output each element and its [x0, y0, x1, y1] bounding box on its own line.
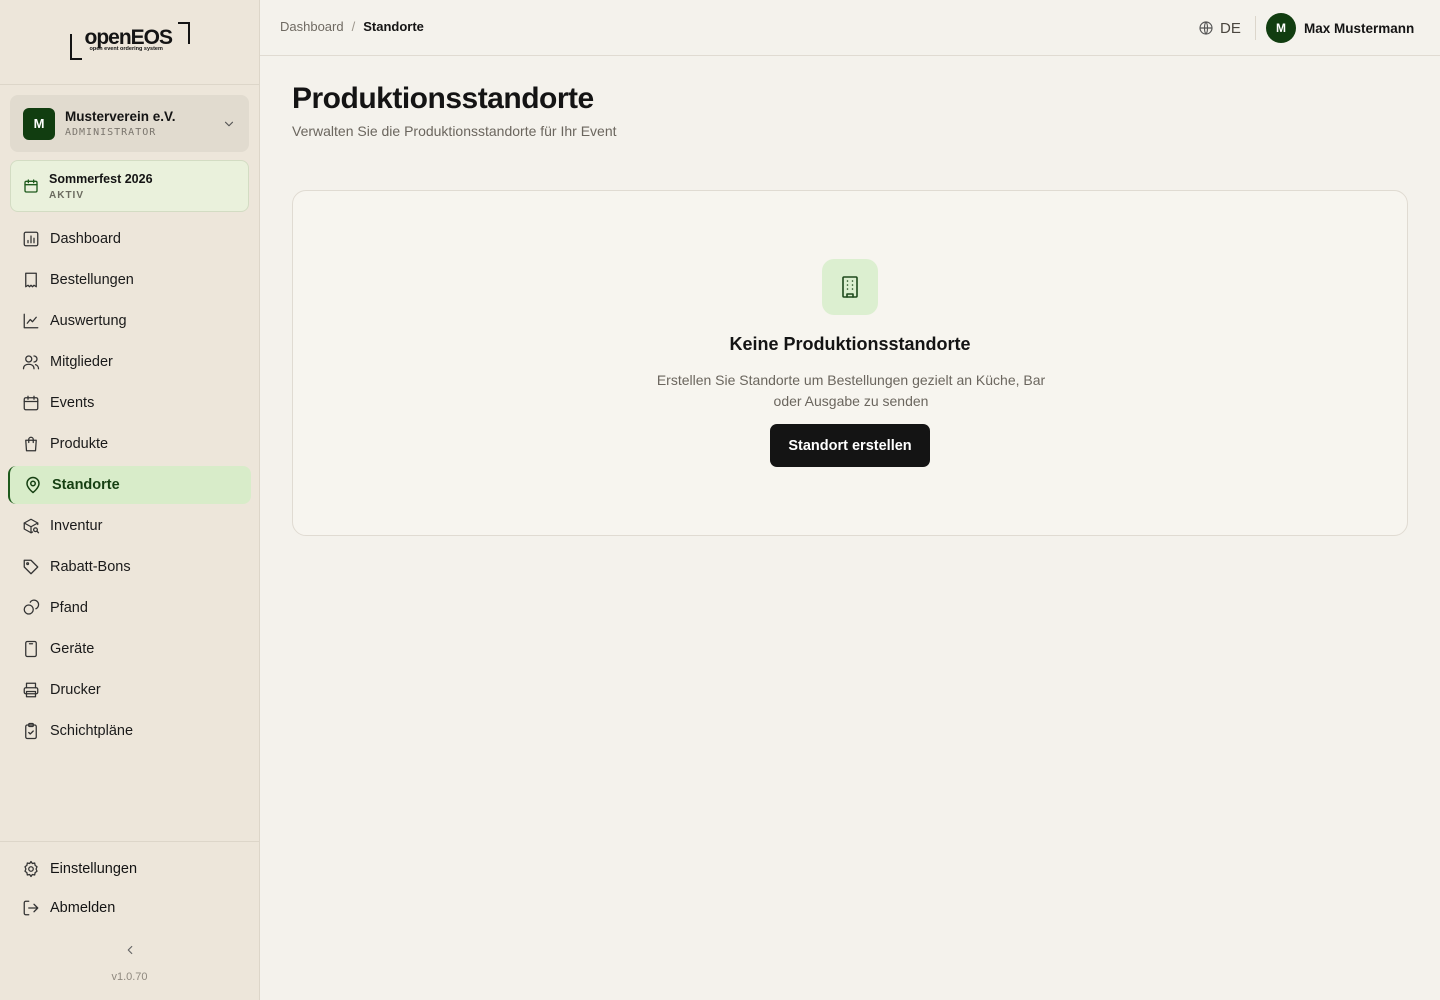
package-search-icon	[23, 518, 40, 534]
coins-icon	[23, 599, 40, 615]
map-pin-icon	[26, 476, 40, 494]
logo-wordmark: openEOS	[84, 26, 174, 49]
sidebar-item-label: Auswertung	[50, 313, 127, 329]
sidebar-nav: Dashboard Bestellungen Auswertung Mitgli…	[8, 220, 251, 753]
sidebar-item-label: Events	[50, 395, 95, 411]
sidebar-item-label: Standorte	[52, 477, 120, 493]
sidebar-item-label: Mitglieder	[50, 354, 113, 370]
language-label: DE	[1220, 19, 1241, 37]
sidebar-item-label: Produkte	[50, 436, 109, 452]
sidebar-item-mitglieder[interactable]: Mitglieder	[8, 343, 251, 381]
receipt-icon	[25, 272, 37, 288]
sidebar-item-label: Inventur	[50, 518, 103, 534]
empty-state-card: Keine Produktionsstandorte Erstellen Sie…	[292, 190, 1408, 536]
page-subtitle: Verwalten Sie die Produktionsstandorte f…	[292, 123, 617, 139]
sidebar-item-rabatt-bons[interactable]: Rabatt-Bons	[8, 548, 251, 586]
event-status: AKTIV	[49, 189, 84, 201]
logout-button[interactable]: Abmelden	[8, 891, 251, 925]
sidebar-item-geraete[interactable]: Geräte	[8, 630, 251, 668]
building-icon	[842, 276, 858, 298]
chevron-down-icon	[224, 121, 234, 126]
sidebar-item-pfand[interactable]: Pfand	[8, 589, 251, 627]
logo-area: openEOS open event ordering system	[0, 0, 259, 85]
page-title: Produktionsstandorte	[292, 82, 594, 115]
sidebar: openEOS open event ordering system M Mus…	[0, 0, 260, 1000]
avatar: M	[1266, 13, 1296, 43]
calendar-icon	[24, 179, 38, 193]
tablet-icon	[25, 640, 37, 658]
printer-icon	[23, 682, 39, 698]
sidebar-item-label: Geräte	[50, 641, 95, 657]
settings-button[interactable]: Einstellungen	[8, 852, 251, 886]
calendar-icon	[23, 395, 39, 411]
clipboard-check-icon	[25, 722, 37, 740]
tag-icon	[23, 559, 39, 575]
sidebar-item-label: Bestellungen	[50, 272, 134, 288]
sidebar-item-inventur[interactable]: Inventur	[8, 507, 251, 545]
language-switcher[interactable]: DE	[1198, 16, 1241, 40]
empty-state-title: Keine Produktionsstandorte	[729, 334, 971, 354]
logout-label: Abmelden	[50, 900, 116, 916]
sidebar-item-label: Pfand	[50, 600, 88, 616]
settings-label: Einstellungen	[50, 861, 138, 877]
users-icon	[22, 355, 40, 370]
org-avatar: M	[23, 107, 55, 140]
empty-state-icon-badge	[822, 259, 878, 315]
collapse-sidebar-button[interactable]	[119, 939, 141, 961]
sidebar-item-label: Rabatt-Bons	[50, 559, 131, 575]
sidebar-item-label: Schichtpläne	[50, 723, 134, 739]
logout-icon	[23, 900, 39, 916]
empty-state-description: Erstellen Sie Standorte um Bestellungen …	[656, 372, 1046, 409]
sidebar-item-label: Drucker	[50, 682, 101, 698]
sidebar-footer: Einstellungen Abmelden v1.0.70	[0, 841, 259, 1000]
org-name: Musterverein e.V.	[65, 109, 176, 124]
sidebar-item-dashboard[interactable]: Dashboard	[8, 220, 251, 258]
sidebar-item-events[interactable]: Events	[8, 384, 251, 422]
sidebar-item-standorte[interactable]: Standorte	[8, 466, 251, 504]
create-location-button[interactable]: Standort erstellen	[770, 424, 930, 467]
sidebar-item-bestellungen[interactable]: Bestellungen	[8, 261, 251, 299]
breadcrumb-separator: /	[351, 19, 356, 34]
topbar-divider	[1255, 16, 1256, 40]
app-logo[interactable]: openEOS open event ordering system	[69, 22, 190, 62]
current-event-card[interactable]: Sommerfest 2026 AKTIV	[10, 160, 249, 212]
organization-switcher[interactable]: M Musterverein e.V. ADMINISTRATOR	[10, 95, 249, 152]
trend-icon	[23, 313, 39, 329]
gear-icon	[24, 860, 38, 878]
topbar: Dashboard / Standorte DE M Max Musterman…	[260, 0, 1440, 56]
sidebar-item-drucker[interactable]: Drucker	[8, 671, 251, 709]
breadcrumb-dashboard-link[interactable]: Dashboard	[280, 19, 344, 34]
sidebar-item-label: Dashboard	[50, 231, 121, 247]
user-menu[interactable]: M Max Mustermann	[1266, 13, 1414, 43]
logo-tagline: open event ordering system	[89, 46, 163, 52]
chevron-left-icon	[127, 945, 133, 955]
app-version: v1.0.70	[111, 971, 148, 983]
org-role: ADMINISTRATOR	[65, 127, 157, 138]
sidebar-item-schichtplaene[interactable]: Schichtpläne	[8, 712, 251, 750]
breadcrumb-current: Standorte	[363, 19, 424, 34]
sidebar-item-produkte[interactable]: Produkte	[8, 425, 251, 463]
user-name: Max Mustermann	[1304, 20, 1415, 36]
event-name: Sommerfest 2026	[49, 171, 153, 186]
chart-icon	[23, 231, 39, 247]
shopping-bag-icon	[25, 436, 37, 452]
globe-icon	[1199, 21, 1213, 35]
sidebar-item-auswertung[interactable]: Auswertung	[8, 302, 251, 340]
breadcrumb: Dashboard / Standorte	[280, 19, 424, 34]
